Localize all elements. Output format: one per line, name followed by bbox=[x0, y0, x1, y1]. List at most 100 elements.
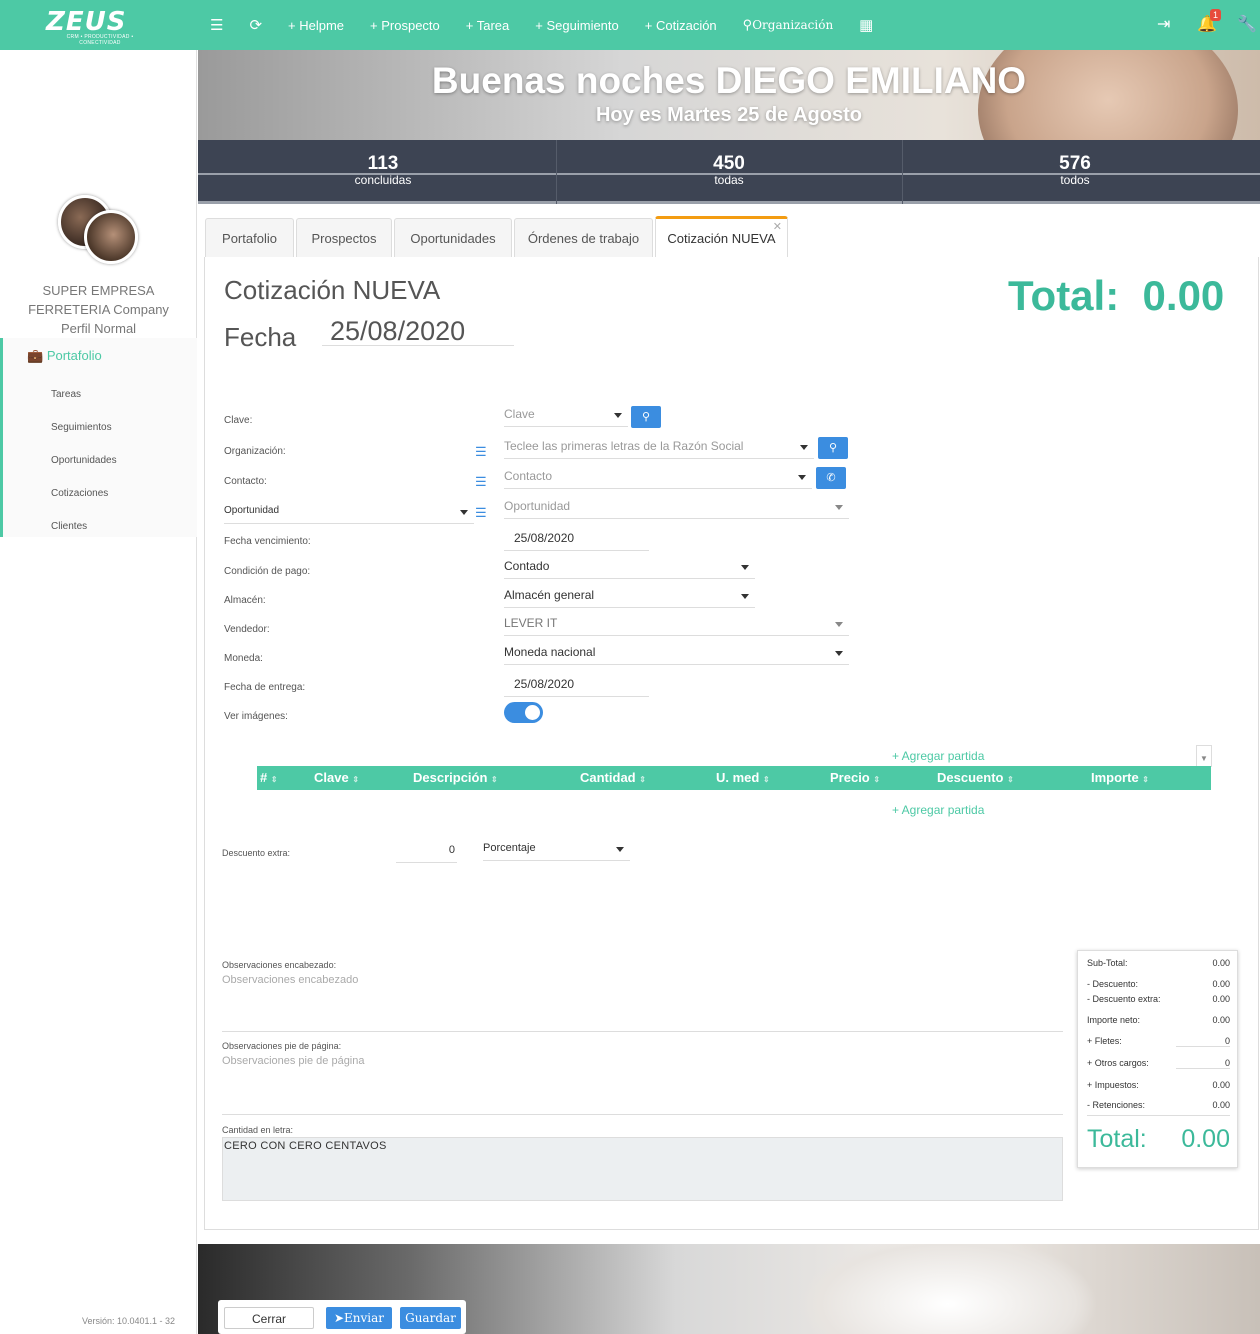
company-info: SUPER EMPRESA FERRETERIA Company Perfil … bbox=[28, 283, 169, 336]
organizacion-search-button[interactable]: ⚲ bbox=[818, 437, 848, 459]
cerrar-button[interactable]: Cerrar bbox=[224, 1307, 314, 1329]
moneda-select[interactable]: Moneda nacional bbox=[504, 643, 849, 665]
wrench-icon[interactable]: 🔧 bbox=[1237, 14, 1257, 34]
tab-oportunidades[interactable]: Oportunidades bbox=[394, 218, 512, 258]
col-num[interactable]: # ⇕ bbox=[260, 770, 278, 785]
organizacion-select[interactable]: Teclee las primeras letras de la Razón S… bbox=[504, 437, 814, 459]
col-clave[interactable]: Clave ⇕ bbox=[314, 770, 359, 785]
fecha-label: Fecha bbox=[224, 322, 297, 352]
oportunidad-type-select[interactable]: Oportunidad bbox=[224, 502, 474, 524]
vencimiento-label: Fecha vencimiento: bbox=[224, 536, 311, 547]
col-precio[interactable]: Precio ⇕ bbox=[830, 770, 880, 785]
imagenes-label: Ver imágenes: bbox=[224, 711, 288, 722]
calendar-icon[interactable]: ▦ bbox=[859, 16, 873, 34]
condicion-select[interactable]: Contado bbox=[504, 557, 755, 579]
clave-label: Clave: bbox=[224, 415, 253, 426]
stat-todos[interactable]: 576 todos bbox=[902, 154, 1248, 187]
sidebar-menu: 💼 Portafolio Tareas Seguimientos Oportun… bbox=[0, 338, 197, 537]
descuento-type-select[interactable]: Porcentaje bbox=[483, 839, 630, 861]
add-partida-bottom-link[interactable]: + Agregar partida bbox=[892, 803, 984, 817]
version-label: Versión: 10.0401.1 - 32 bbox=[82, 1316, 176, 1326]
col-descripcion[interactable]: Descripción ⇕ bbox=[413, 770, 498, 785]
page-title: Cotización NUEVA bbox=[224, 275, 441, 305]
sidebar-item-oportunidades[interactable]: Oportunidades bbox=[51, 455, 117, 466]
briefcase-icon: 💼 bbox=[27, 348, 44, 363]
contacto-label: Contacto: bbox=[224, 476, 267, 487]
tab-ordenes-trabajo[interactable]: Órdenes de trabajo bbox=[514, 218, 653, 258]
notification-badge: 1 bbox=[1210, 9, 1222, 21]
stat-todas[interactable]: 450 todas bbox=[556, 154, 902, 187]
clave-search-button[interactable]: ⚲ bbox=[631, 406, 661, 428]
summary-impuestos: + Impuestos: 0.00 bbox=[1087, 1080, 1230, 1090]
hamburger-menu-icon[interactable]: ☰ bbox=[210, 16, 223, 34]
nav-cotizacion[interactable]: + Cotización bbox=[645, 18, 717, 33]
col-importe[interactable]: Importe ⇕ bbox=[1091, 770, 1149, 785]
cantidad-letra-label: Cantidad en letra: bbox=[222, 1125, 294, 1135]
summary-retenciones: - Retenciones: 0.00 bbox=[1087, 1100, 1230, 1116]
guardar-button[interactable]: Guardar bbox=[400, 1307, 461, 1329]
summary-total: Total: 0.00 bbox=[1087, 1125, 1230, 1153]
sidebar-item-seguimientos[interactable]: Seguimientos bbox=[51, 422, 112, 433]
col-cantidad[interactable]: Cantidad ⇕ bbox=[580, 770, 646, 785]
greeting: Buenas noches DIEGO EMILIANO bbox=[431, 60, 1027, 101]
refresh-icon[interactable]: ⟳ bbox=[249, 16, 262, 34]
fecha-input[interactable]: 25/08/2020 bbox=[322, 316, 514, 346]
sidebar-item-tareas[interactable]: Tareas bbox=[51, 389, 81, 400]
zeus-logo[interactable]: ZEUS CRM • PRODUCTIVIDAD • CONECTIVIDAD bbox=[46, 9, 154, 46]
cantidad-letra-textarea[interactable]: CERO CON CERO CENTAVOS bbox=[222, 1137, 1063, 1201]
col-descuento[interactable]: Descuento ⇕ bbox=[937, 770, 1014, 785]
organizacion-label: Organización: bbox=[224, 446, 286, 457]
summary-otros-cargos[interactable]: + Otros cargos: 0 bbox=[1087, 1058, 1230, 1069]
top-bar: ZEUS CRM • PRODUCTIVIDAD • CONECTIVIDAD … bbox=[0, 0, 1260, 50]
oportunidad-select[interactable]: Oportunidad bbox=[504, 497, 849, 519]
vencimiento-input[interactable]: 25/08/2020 bbox=[504, 529, 649, 551]
oportunidad-list-icon[interactable]: ☰ bbox=[475, 505, 487, 521]
columns-dropdown[interactable]: ▼ bbox=[1196, 745, 1212, 767]
org-list-icon[interactable]: ☰ bbox=[475, 444, 487, 460]
items-table-header: # ⇕ Clave ⇕ Descripción ⇕ Cantidad ⇕ U. … bbox=[257, 766, 1211, 790]
nav-helpme[interactable]: + Helpme bbox=[288, 18, 344, 33]
moneda-label: Moneda: bbox=[224, 653, 263, 664]
contacto-select[interactable]: Contacto bbox=[504, 467, 812, 489]
sidebar-item-clientes[interactable]: Clientes bbox=[51, 521, 87, 532]
nav-seguimiento[interactable]: + Seguimiento bbox=[535, 18, 618, 33]
phone-icon: ✆ bbox=[826, 472, 836, 484]
add-partida-top-link[interactable]: + Agregar partida bbox=[892, 749, 984, 763]
total-header: Total: 0.00 bbox=[1008, 272, 1225, 319]
logout-icon[interactable]: ⇥ bbox=[1157, 14, 1170, 34]
condicion-label: Condición de pago: bbox=[224, 566, 311, 577]
close-tab-icon[interactable]: ✕ bbox=[773, 207, 782, 247]
search-icon: ⚲ bbox=[742, 17, 753, 32]
almacen-select[interactable]: Almacén general bbox=[504, 586, 755, 608]
tab-prospectos[interactable]: Prospectos bbox=[296, 218, 392, 258]
obs-pie-label: Observaciones pie de página: bbox=[222, 1041, 342, 1051]
stats-bar: 113 concluidas 450 todas 576 todos bbox=[198, 140, 1260, 204]
sidebar-item-portafolio[interactable]: 💼 Portafolio bbox=[27, 348, 102, 364]
obs-encabezado-textarea[interactable]: Observaciones encabezado bbox=[222, 974, 1063, 1032]
enviar-button[interactable]: ➤Enviar bbox=[326, 1307, 392, 1329]
entrega-input[interactable]: 25/08/2020 bbox=[504, 675, 649, 697]
search-icon: ⚲ bbox=[641, 411, 651, 423]
summary-descuento-extra: - Descuento extra: 0.00 bbox=[1087, 994, 1230, 1004]
descuento-extra-input[interactable]: 0 bbox=[396, 841, 457, 863]
avatar-user[interactable] bbox=[84, 210, 138, 264]
stat-concluidas[interactable]: 113 concluidas bbox=[210, 154, 556, 187]
almacen-label: Almacén: bbox=[224, 595, 266, 606]
clave-select[interactable]: Clave bbox=[504, 405, 628, 427]
obs-pie-textarea[interactable]: Observaciones pie de página bbox=[222, 1055, 1063, 1115]
tab-cotizacion-nueva[interactable]: Cotización NUEVA ✕ bbox=[655, 216, 788, 258]
ver-imagenes-toggle[interactable] bbox=[504, 702, 543, 723]
nav-tarea[interactable]: + Tarea bbox=[466, 18, 510, 33]
vendedor-select[interactable]: LEVER IT bbox=[504, 614, 849, 636]
nav-prospecto[interactable]: + Prospecto bbox=[370, 18, 440, 33]
col-umed[interactable]: U. med ⇕ bbox=[716, 770, 770, 785]
contacto-phone-button[interactable]: ✆ bbox=[816, 467, 846, 489]
summary-subtotal: Sub-Total: 0.00 bbox=[1087, 958, 1230, 968]
nav-organizacion-search[interactable]: ⚲Organización bbox=[743, 17, 834, 33]
contacto-list-icon[interactable]: ☰ bbox=[475, 474, 487, 490]
tab-portafolio[interactable]: Portafolio bbox=[205, 218, 294, 258]
search-icon: ⚲ bbox=[828, 442, 838, 454]
summary-importe-neto: Importe neto: 0.00 bbox=[1087, 1015, 1230, 1025]
summary-fletes[interactable]: + Fletes: 0 bbox=[1087, 1036, 1230, 1047]
sidebar-item-cotizaciones[interactable]: Cotizaciones bbox=[51, 488, 108, 499]
